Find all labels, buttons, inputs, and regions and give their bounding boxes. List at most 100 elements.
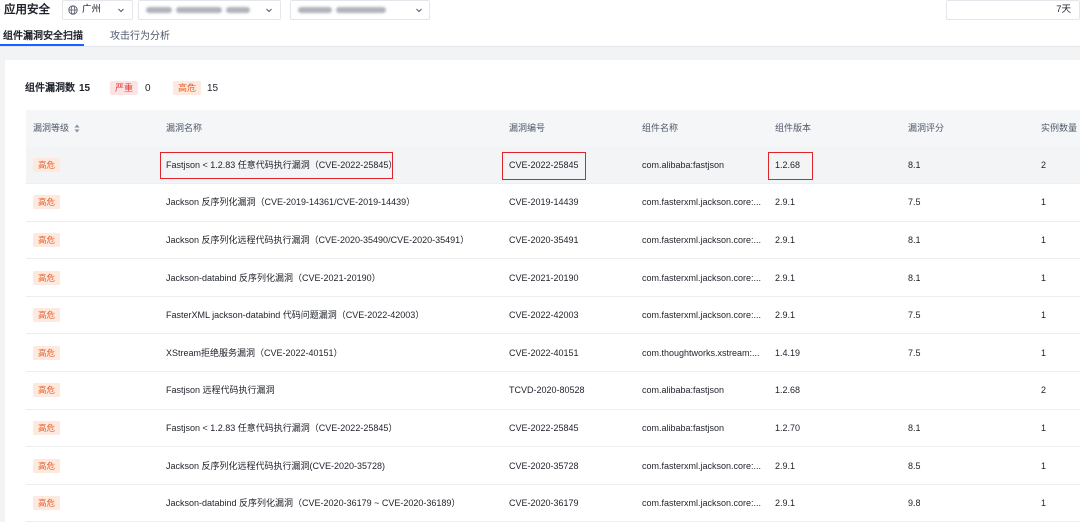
chevron-down-icon <box>266 8 272 13</box>
severity-badge: 高危 <box>33 345 61 360</box>
time-range-select[interactable]: 7天 <box>946 0 1080 20</box>
high-risk-badge: 高危 <box>173 81 202 95</box>
cve-id-cell: CVE-2022-40151 <box>502 333 635 373</box>
redacted-value <box>146 7 172 13</box>
severe-badge: 严重 <box>110 81 139 95</box>
component-version-cell: 2.9.1 <box>768 183 901 222</box>
severe-count: 0 <box>145 83 151 94</box>
region-select[interactable]: 广州 <box>62 0 133 20</box>
redacted-value <box>176 7 222 13</box>
severity-cell: 高危 <box>26 371 159 410</box>
table-row[interactable]: 高危 Fastjson < 1.2.83 任意代码执行漏洞（CVE-2022-25… <box>26 146 1080 185</box>
vuln-name-cell: Jackson 反序列化远程代码执行漏洞（CVE-2020-35490/CVE-… <box>159 221 502 260</box>
component-name-cell: com.fasterxml.jackson.core:... <box>635 221 768 260</box>
severity-badge: 高危 <box>33 157 61 172</box>
vuln-name-cell: FasterXML jackson-databind 代码问题漏洞（CVE-20… <box>159 296 502 335</box>
filter-select-a[interactable] <box>138 0 281 20</box>
component-version-cell: 1.2.68 <box>768 371 901 410</box>
component-version-cell: 2.9.1 <box>768 296 901 335</box>
component-name-cell: com.fasterxml.jackson.core:... <box>635 296 768 335</box>
table-row[interactable]: 高危 Fastjson 远程代码执行漏洞 TCVD-2020-80528 com.al… <box>26 371 1080 410</box>
component-name-cell: com.fasterxml.jackson.core:... <box>635 446 768 485</box>
column-header-vuln-name: 漏洞名称 <box>159 110 502 146</box>
table-row[interactable]: 高危 Fastjson < 1.2.83 任意代码执行漏洞（CVE-2022-25… <box>26 409 1080 448</box>
instance-count-cell: 1 <box>1034 409 1080 448</box>
table-row[interactable]: 高危 FasterXML jackson-databind 代码问题漏洞（CVE-… <box>26 296 1080 335</box>
table-row[interactable]: 高危 Jackson-databind 反序列化漏洞（CVE-2021-20190… <box>26 258 1080 297</box>
tab-component-vuln-scan[interactable]: 组件漏洞安全扫描 <box>3 31 83 43</box>
instance-count-cell: 1 <box>1034 333 1080 373</box>
cve-id-cell: CVE-2019-14439 <box>502 183 635 222</box>
cve-id-cell: CVE-2021-20190 <box>502 258 635 297</box>
column-header-severity-inner: 漏洞等级 <box>33 122 80 134</box>
vuln-score-cell: 8.5 <box>901 446 1034 485</box>
component-version-cell: 2.9.1 <box>768 484 901 522</box>
chevron-down-icon <box>416 8 422 13</box>
cve-id-cell: CVE-2020-36179 <box>502 484 635 522</box>
column-header-severity[interactable]: 漏洞等级 <box>26 110 159 146</box>
instance-count-cell: 2 <box>1034 371 1080 410</box>
table-row[interactable]: 高危 Jackson-databind 反序列化漏洞（CVE-2020-36179… <box>26 484 1080 522</box>
tab-attack-analysis[interactable]: 攻击行为分析 <box>110 31 170 43</box>
component-version-cell: 2.9.1 <box>768 221 901 260</box>
severity-cell: 高危 <box>26 258 159 297</box>
vuln-name-cell: XStream拒绝服务漏洞（CVE-2022-40151） <box>159 333 502 373</box>
high-risk-count: 15 <box>207 83 219 94</box>
cve-id-cell: CVE-2022-42003 <box>502 296 635 335</box>
component-name-cell: com.thoughtworks.xstream:... <box>635 333 768 373</box>
component-version-cell: 1.4.19 <box>768 333 901 373</box>
vuln-name-cell: Jackson 反序列化远程代码执行漏洞(CVE-2020-35728) <box>159 446 502 485</box>
vuln-table-body: 高危 Fastjson < 1.2.83 任意代码执行漏洞（CVE-2022-25… <box>26 146 1080 522</box>
component-name-cell: com.fasterxml.jackson.core:... <box>635 258 768 297</box>
table-row[interactable]: 高危 Jackson 反序列化漏洞（CVE-2019-14361/CVE-2019… <box>26 183 1080 222</box>
region-select-label: 广州 <box>82 4 102 15</box>
redacted-value <box>226 7 250 13</box>
severity-badge: 高危 <box>33 270 61 285</box>
globe-icon <box>68 5 78 15</box>
table-header-row: 漏洞等级 漏洞名称 漏洞编号 组件名称 组件版本 漏洞评分 实例数量 <box>26 110 1080 146</box>
column-header-component-version: 组件版本 <box>768 110 901 146</box>
instance-count-cell: 1 <box>1034 221 1080 260</box>
vuln-name-cell: Fastjson < 1.2.83 任意代码执行漏洞（CVE-2022-2584… <box>159 146 502 185</box>
cve-id-cell: CVE-2020-35491 <box>502 221 635 260</box>
filter-select-b[interactable] <box>290 0 430 20</box>
instance-count-cell: 2 <box>1034 146 1080 185</box>
column-header-label: 漏洞等级 <box>33 123 70 133</box>
vuln-name-cell: Fastjson < 1.2.83 任意代码执行漏洞（CVE-2022-2584… <box>159 409 502 448</box>
severity-cell: 高危 <box>26 409 159 448</box>
vuln-count-total: 15 <box>79 83 91 94</box>
component-name-cell: com.fasterxml.jackson.core:... <box>635 183 768 222</box>
cve-id-cell: TCVD-2020-80528 <box>502 371 635 410</box>
vuln-count-label: 组件漏洞数 <box>25 83 75 94</box>
instance-count-cell: 1 <box>1034 183 1080 222</box>
table-row[interactable]: 高危 XStream拒绝服务漏洞（CVE-2022-40151） CVE-2022-… <box>26 333 1080 373</box>
vuln-score-cell: 8.1 <box>901 146 1034 185</box>
severity-cell: 高危 <box>26 183 159 222</box>
component-name-cell: com.fasterxml.jackson.core:... <box>635 484 768 522</box>
severity-cell: 高危 <box>26 146 159 185</box>
severity-badge: 高危 <box>33 383 61 398</box>
instance-count-cell: 1 <box>1034 484 1080 522</box>
vuln-score-cell: 7.5 <box>901 183 1034 222</box>
severity-badge: 高危 <box>33 232 61 247</box>
cve-id-cell: CVE-2022-25845 <box>502 146 635 185</box>
sort-icon[interactable] <box>74 124 80 133</box>
column-header-instance-count: 实例数量 <box>1034 110 1080 146</box>
table-row[interactable]: 高危 Jackson 反序列化远程代码执行漏洞(CVE-2020-35728) CV… <box>26 446 1080 485</box>
severity-cell: 高危 <box>26 296 159 335</box>
severity-cell: 高危 <box>26 221 159 260</box>
severity-cell: 高危 <box>26 484 159 522</box>
vuln-name-cell: Jackson-databind 反序列化漏洞（CVE-2021-20190） <box>159 258 502 297</box>
severity-badge: 高危 <box>33 458 61 473</box>
redacted-value <box>298 7 332 13</box>
component-version-cell: 2.9.1 <box>768 258 901 297</box>
instance-count-cell: 1 <box>1034 446 1080 485</box>
cve-id-cell: CVE-2022-25845 <box>502 409 635 448</box>
vuln-score-cell: 9.8 <box>901 484 1034 522</box>
table-row[interactable]: 高危 Jackson 反序列化远程代码执行漏洞（CVE-2020-35490/CV… <box>26 221 1080 260</box>
component-name-cell: com.alibaba:fastjson <box>635 146 768 185</box>
severity-badge: 高危 <box>33 308 61 323</box>
vuln-table-container: 漏洞等级 漏洞名称 漏洞编号 组件名称 组件版本 漏洞评分 实例数量 高危 Fas… <box>26 110 1080 522</box>
cve-id-cell: CVE-2020-35728 <box>502 446 635 485</box>
severity-badge: 高危 <box>33 496 61 511</box>
